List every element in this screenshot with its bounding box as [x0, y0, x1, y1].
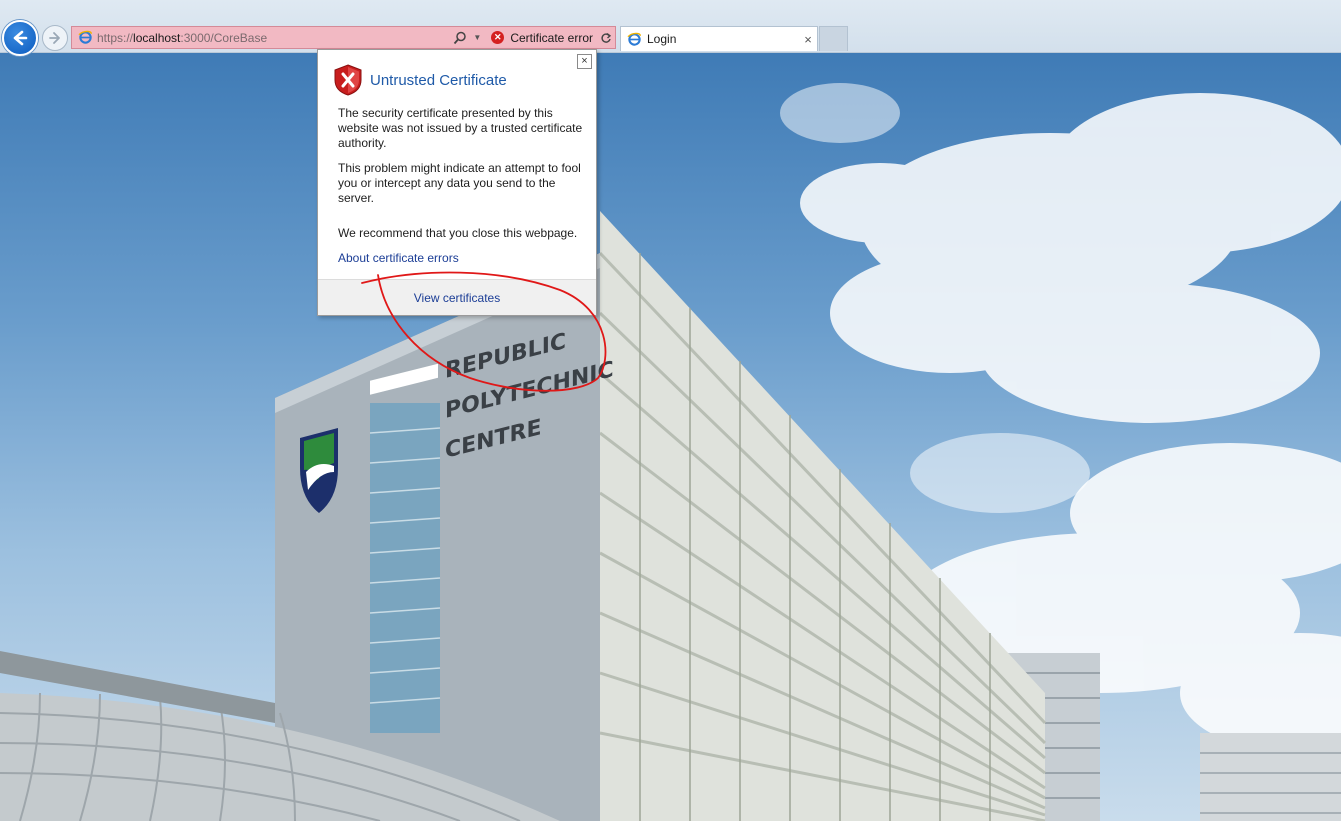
- close-icon[interactable]: ×: [577, 54, 592, 69]
- arrow-left-icon: [13, 30, 28, 46]
- popup-header: Untrusted Certificate: [334, 64, 507, 96]
- url-host: localhost: [133, 30, 181, 45]
- url-scheme: https://: [97, 30, 134, 45]
- certificate-error-popup: × Untrusted Certificate The security cer…: [317, 49, 597, 316]
- popup-title: Untrusted Certificate: [370, 71, 507, 89]
- new-tab-button[interactable]: [819, 26, 848, 51]
- view-certificates-link[interactable]: View certificates: [414, 291, 500, 305]
- arrow-right-icon: [49, 32, 60, 44]
- refresh-icon[interactable]: [597, 28, 615, 48]
- search-icon[interactable]: [449, 28, 471, 48]
- close-tab-icon[interactable]: ×: [799, 32, 817, 47]
- back-button[interactable]: [2, 20, 38, 56]
- page-background-photo: REPUBLIC POLYTECHNIC CENTRE: [0, 53, 1341, 821]
- popup-paragraph: This problem might indicate an attempt t…: [338, 161, 581, 205]
- building-illustration: REPUBLIC POLYTECHNIC CENTRE: [0, 83, 1341, 821]
- browser-toolbar: https://localhost:3000/CoreBase ▼ ✕ Cert…: [0, 0, 1341, 56]
- popup-paragraph: We recommend that you close this webpage…: [338, 226, 578, 240]
- certificate-error-label: Certificate error: [510, 30, 593, 45]
- certificate-error-button[interactable]: ✕ Certificate error: [483, 27, 597, 48]
- about-certificate-errors-link[interactable]: About certificate errors: [338, 251, 459, 265]
- tab-login[interactable]: Login ×: [620, 26, 818, 51]
- forward-button[interactable]: [42, 25, 68, 51]
- ie-favicon-icon: [626, 31, 642, 47]
- shield-error-icon: [334, 64, 362, 96]
- tab-label: Login: [647, 32, 677, 46]
- popup-footer: View certificates: [318, 279, 596, 315]
- url-path: :3000/CoreBase: [180, 30, 268, 45]
- popup-paragraph: The security certificate presented by th…: [338, 106, 583, 150]
- error-icon: ✕: [491, 31, 505, 44]
- address-bar[interactable]: https://localhost:3000/CoreBase ▼ ✕ Cert…: [71, 26, 616, 49]
- popup-message: The security certificate presented by th…: [338, 106, 586, 266]
- ie-favicon-icon: [77, 30, 93, 46]
- url-text[interactable]: https://localhost:3000/CoreBase: [97, 31, 449, 45]
- chevron-down-icon[interactable]: ▼: [471, 33, 483, 42]
